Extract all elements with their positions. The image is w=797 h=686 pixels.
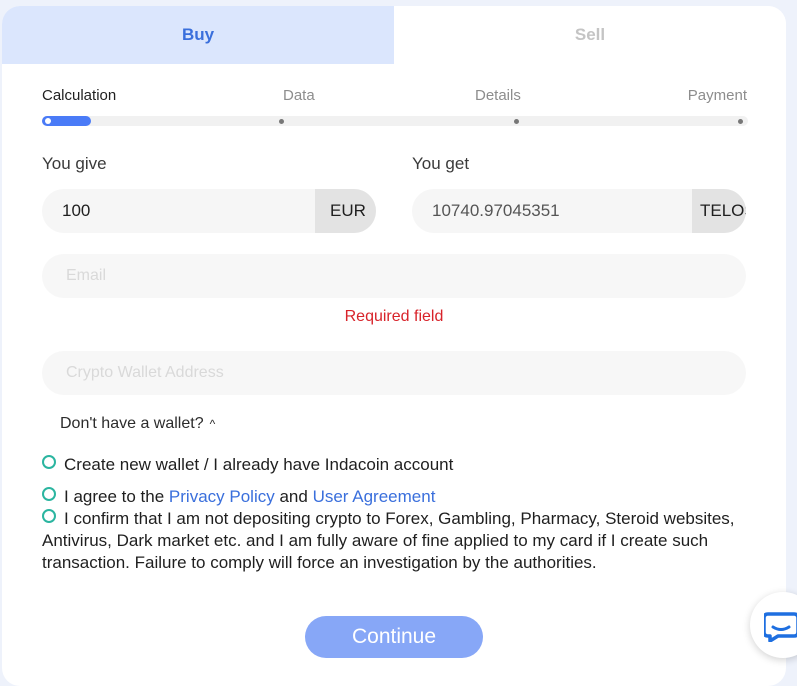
step-calculation: Calculation bbox=[42, 87, 117, 104]
agree-terms-option: I agree to the Privacy Policy and User A… bbox=[42, 486, 754, 508]
no-wallet-toggle[interactable]: Don't have a wallet? ^ bbox=[60, 415, 215, 433]
exchange-card: Buy Sell Calculation Data Details Paymen… bbox=[2, 6, 786, 686]
progress-start-marker bbox=[45, 118, 51, 124]
you-get-label: You get bbox=[412, 154, 470, 173]
chat-bubble-icon bbox=[764, 612, 797, 642]
no-wallet-toggle-label: Don't have a wallet? bbox=[60, 415, 204, 432]
you-give-label: You give bbox=[42, 154, 107, 173]
give-currency-select[interactable]: EUR bbox=[315, 189, 376, 233]
progress-fill bbox=[42, 116, 92, 126]
step-details: Details bbox=[475, 87, 521, 104]
create-wallet-label: Create new wallet / I already have Indac… bbox=[64, 455, 454, 474]
email-error-message: Required field bbox=[344, 308, 444, 325]
get-amount-field: 10740.97045351 TELOS bbox=[412, 189, 746, 233]
tab-sell[interactable]: Sell bbox=[394, 6, 786, 64]
continue-button[interactable]: Continue bbox=[305, 616, 483, 658]
step-dot-data bbox=[279, 119, 284, 124]
agree-terms-and: and bbox=[279, 487, 308, 506]
chevron-up-icon: ^ bbox=[209, 417, 216, 431]
wallet-address-field[interactable]: Crypto Wallet Address bbox=[42, 351, 746, 395]
create-wallet-radio[interactable] bbox=[42, 455, 56, 469]
user-agreement-link[interactable]: User Agreement bbox=[313, 487, 436, 506]
tab-buy[interactable]: Buy bbox=[2, 6, 394, 64]
create-wallet-option: Create new wallet / I already have Indac… bbox=[42, 454, 754, 476]
privacy-policy-link[interactable]: Privacy Policy bbox=[169, 487, 275, 506]
agree-terms-radio[interactable] bbox=[42, 487, 56, 501]
confirm-terms-label: I confirm that I am not depositing crypt… bbox=[42, 509, 735, 572]
step-payment: Payment bbox=[687, 87, 747, 104]
buy-sell-tabs: Buy Sell bbox=[2, 6, 786, 64]
give-amount-input[interactable]: 100 bbox=[42, 201, 315, 221]
email-field[interactable]: Email bbox=[42, 254, 746, 298]
stepper-labels: Calculation Data Details Payment bbox=[42, 87, 747, 107]
get-currency-select[interactable]: TELOS bbox=[692, 189, 746, 233]
step-data: Data bbox=[283, 87, 315, 104]
confirm-terms-radio[interactable] bbox=[42, 509, 56, 523]
confirm-terms-option: I confirm that I am not depositing crypt… bbox=[42, 508, 754, 574]
get-amount-value: 10740.97045351 bbox=[432, 201, 560, 220]
give-amount-field: 100 EUR bbox=[42, 189, 376, 233]
agree-terms-prefix: I agree to the bbox=[64, 487, 165, 506]
progress-bar bbox=[42, 116, 748, 126]
step-dot-payment bbox=[738, 119, 743, 124]
step-dot-details bbox=[514, 119, 519, 124]
